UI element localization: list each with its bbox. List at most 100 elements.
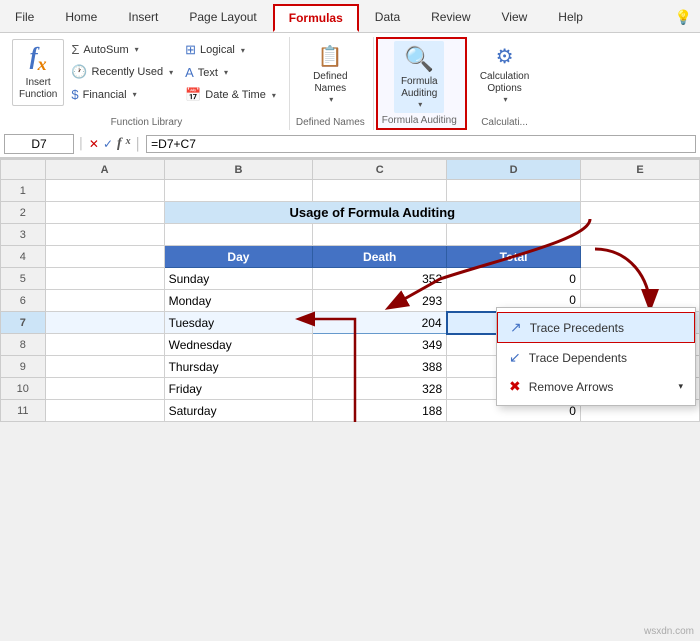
defined-names-icon: 📋 [318,44,343,69]
text-button[interactable]: A Text ▾ [180,62,281,83]
cell-a8[interactable] [45,334,164,356]
row-header-3: 3 [1,224,46,246]
tab-data[interactable]: Data [360,4,415,32]
col-header-d[interactable]: D [447,160,581,180]
col-header-a[interactable]: A [45,160,164,180]
formula-auditing-dropdown[interactable]: ↗ Trace Precedents ↙ Trace Dependents ✖ … [496,307,696,406]
tab-insert[interactable]: Insert [113,4,173,32]
cell-a11[interactable] [45,400,164,422]
cell-c11[interactable]: 188 [313,400,447,422]
cell-e5[interactable] [580,268,699,290]
cell-b4-day[interactable]: Day [164,246,313,268]
cell-c5[interactable]: 352 [313,268,447,290]
cell-d4-total[interactable]: Total [447,246,581,268]
function-library-group: fx InsertFunction Σ AutoSum ▾ 🕐 Recently… [8,37,290,130]
defined-names-group-label: Defined Names [296,115,365,128]
name-box[interactable] [4,134,74,154]
calculation-label: CalculationOptions [480,71,529,95]
cell-c6[interactable]: 293 [313,290,447,312]
cell-c4-death[interactable]: Death [313,246,447,268]
formula-input[interactable] [146,135,696,153]
cell-a2[interactable] [45,202,164,224]
autosum-button[interactable]: Σ AutoSum ▾ [66,39,178,60]
row-header-4: 4 [1,246,46,268]
tab-page-layout[interactable]: Page Layout [174,4,271,32]
cell-c10[interactable]: 328 [313,378,447,400]
cell-b5[interactable]: Sunday [164,268,313,290]
tab-help[interactable]: Help [543,4,598,32]
trace-dependents-item[interactable]: ↙ Trace Dependents [497,343,695,372]
cancel-icon[interactable]: ✕ [89,137,99,151]
formula-auditing-button[interactable]: 🔍 FormulaAuditing ▾ [394,41,444,113]
fx-icon: fx [30,44,47,75]
col-header-c[interactable]: C [313,160,447,180]
cell-b3[interactable] [164,224,313,246]
tab-home[interactable]: Home [50,4,112,32]
formula-bar-separator: │ [78,138,85,150]
tab-view[interactable]: View [487,4,543,32]
cell-a7[interactable] [45,312,164,334]
cell-b6[interactable]: Monday [164,290,313,312]
calculation-group-label: Calculati... [481,115,528,128]
cell-e3[interactable] [580,224,699,246]
cell-c3[interactable] [313,224,447,246]
col-header-e[interactable]: E [580,160,699,180]
cell-a5[interactable] [45,268,164,290]
formula-bar: │ ✕ ✓ fx │ [0,130,700,158]
financial-button[interactable]: $ Financial ▾ [66,84,178,105]
cell-c9[interactable]: 388 [313,356,447,378]
cell-e2[interactable] [580,202,699,224]
fx-formula-icon[interactable]: fx [117,136,131,152]
cell-c1[interactable] [313,180,447,202]
row-header-10: 10 [1,378,46,400]
row-header-11: 11 [1,400,46,422]
row-header-7: 7 [1,312,46,334]
cell-c8[interactable]: 349 [313,334,447,356]
cell-a4[interactable] [45,246,164,268]
cell-title[interactable]: Usage of Formula Auditing [164,202,580,224]
recently-used-button[interactable]: 🕐 Recently Used ▾ [66,61,178,83]
formula-bar-sep2: │ [135,137,143,151]
formula-auditing-group-label: Formula Auditing [382,113,457,126]
trace-precedents-icon: ↗ [510,319,522,336]
cell-a1[interactable] [45,180,164,202]
tab-file[interactable]: File [0,4,49,32]
cell-d5[interactable]: 0 [447,268,581,290]
cell-a6[interactable] [45,290,164,312]
cell-e1[interactable] [580,180,699,202]
cell-d1[interactable] [447,180,581,202]
trace-precedents-item[interactable]: ↗ Trace Precedents [497,312,695,343]
remove-arrows-icon: ✖ [509,378,521,395]
cell-a9[interactable] [45,356,164,378]
defined-names-label: DefinedNames [313,71,347,95]
cell-a3[interactable] [45,224,164,246]
defined-names-button[interactable]: 📋 DefinedNames ▾ [305,39,355,109]
row-header-5: 5 [1,268,46,290]
cell-e4[interactable] [580,246,699,268]
formula-auditing-icon: 🔍 [404,45,434,74]
cell-b11[interactable]: Saturday [164,400,313,422]
formula-auditing-label: FormulaAuditing [401,76,438,100]
remove-arrows-item[interactable]: ✖ Remove Arrows ▾ [497,372,695,401]
confirm-icon[interactable]: ✓ [103,137,113,151]
tab-formulas[interactable]: Formulas [273,4,359,32]
cell-b1[interactable] [164,180,313,202]
row-header-1: 1 [1,180,46,202]
date-time-button[interactable]: 📅 Date & Time ▾ [180,84,281,106]
cell-b7[interactable]: Tuesday [164,312,313,334]
cell-a10[interactable] [45,378,164,400]
calculation-group: ⚙ CalculationOptions ▾ Calculati... [469,37,544,130]
defined-names-group: 📋 DefinedNames ▾ Defined Names [292,37,374,130]
insert-function-button[interactable]: fx InsertFunction [12,39,64,106]
cell-c7[interactable]: 204 [313,312,447,334]
tab-review[interactable]: Review [416,4,485,32]
cell-d3[interactable] [447,224,581,246]
cell-b10[interactable]: Friday [164,378,313,400]
help-icon[interactable]: 💡 [667,4,700,32]
col-header-row: A B C D E [1,160,700,180]
col-header-b[interactable]: B [164,160,313,180]
logical-button[interactable]: ⊞ Logical ▾ [180,39,281,61]
cell-b9[interactable]: Thursday [164,356,313,378]
cell-b8[interactable]: Wednesday [164,334,313,356]
calculation-options-button[interactable]: ⚙ CalculationOptions ▾ [473,39,536,109]
